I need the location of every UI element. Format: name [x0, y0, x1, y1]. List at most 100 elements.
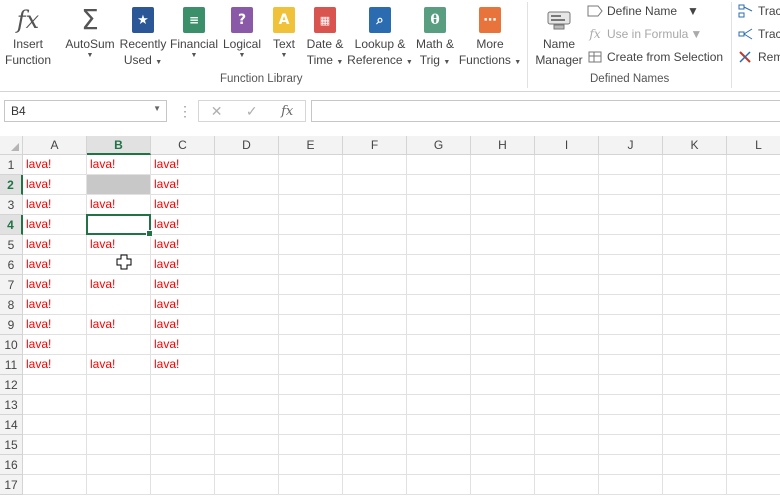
cell-l3[interactable] — [727, 195, 780, 215]
cell-c4[interactable]: lava! — [151, 215, 215, 235]
cell-i10[interactable] — [535, 335, 599, 355]
logical-button[interactable]: ? Logical ▼ — [220, 0, 264, 72]
cell-b3[interactable]: lava! — [87, 195, 151, 215]
cell-a13[interactable] — [23, 395, 87, 415]
cell-i4[interactable] — [535, 215, 599, 235]
cell-k5[interactable] — [663, 235, 727, 255]
column-header-e[interactable]: E — [279, 136, 343, 155]
cell-l11[interactable] — [727, 355, 780, 375]
cell-g5[interactable] — [407, 235, 471, 255]
cell-b12[interactable] — [87, 375, 151, 395]
cell-h2[interactable] — [471, 175, 535, 195]
row-header-6[interactable]: 6 — [0, 255, 23, 275]
cell-c15[interactable] — [151, 435, 215, 455]
cell-g15[interactable] — [407, 435, 471, 455]
cell-h15[interactable] — [471, 435, 535, 455]
cell-j15[interactable] — [599, 435, 663, 455]
cell-j8[interactable] — [599, 295, 663, 315]
cell-h12[interactable] — [471, 375, 535, 395]
cell-f9[interactable] — [343, 315, 407, 335]
cell-b7[interactable]: lava! — [87, 275, 151, 295]
cell-e3[interactable] — [279, 195, 343, 215]
cell-g10[interactable] — [407, 335, 471, 355]
cell-j12[interactable] — [599, 375, 663, 395]
cell-f15[interactable] — [343, 435, 407, 455]
cell-k6[interactable] — [663, 255, 727, 275]
row-header-10[interactable]: 10 — [0, 335, 23, 355]
cell-j6[interactable] — [599, 255, 663, 275]
row-header-3[interactable]: 3 — [0, 195, 23, 215]
enter-icon[interactable]: ✓ — [246, 103, 258, 120]
cell-i17[interactable] — [535, 475, 599, 495]
cell-d2[interactable] — [215, 175, 279, 195]
cell-e11[interactable] — [279, 355, 343, 375]
row-header-2[interactable]: 2 — [0, 175, 23, 195]
cell-h6[interactable] — [471, 255, 535, 275]
cell-c2[interactable]: lava! — [151, 175, 215, 195]
cell-g3[interactable] — [407, 195, 471, 215]
cell-c17[interactable] — [151, 475, 215, 495]
cell-i9[interactable] — [535, 315, 599, 335]
column-header-i[interactable]: I — [535, 136, 599, 155]
cell-g17[interactable] — [407, 475, 471, 495]
cell-e2[interactable] — [279, 175, 343, 195]
cell-d12[interactable] — [215, 375, 279, 395]
cell-f2[interactable] — [343, 175, 407, 195]
row-header-16[interactable]: 16 — [0, 455, 23, 475]
cell-e12[interactable] — [279, 375, 343, 395]
insert-function-icon[interactable]: fx — [281, 104, 293, 119]
cell-c8[interactable]: lava! — [151, 295, 215, 315]
cell-f3[interactable] — [343, 195, 407, 215]
cell-k11[interactable] — [663, 355, 727, 375]
cell-g6[interactable] — [407, 255, 471, 275]
cell-a8[interactable]: lava! — [23, 295, 87, 315]
cell-a1[interactable]: lava! — [23, 155, 87, 175]
cell-l13[interactable] — [727, 395, 780, 415]
cell-h16[interactable] — [471, 455, 535, 475]
column-header-d[interactable]: D — [215, 136, 279, 155]
cell-a9[interactable]: lava! — [23, 315, 87, 335]
cell-l14[interactable] — [727, 415, 780, 435]
cell-d9[interactable] — [215, 315, 279, 335]
cell-j7[interactable] — [599, 275, 663, 295]
cell-k13[interactable] — [663, 395, 727, 415]
autosum-button[interactable]: Σ AutoSum ▼ — [62, 0, 118, 72]
cell-f17[interactable] — [343, 475, 407, 495]
cell-f4[interactable] — [343, 215, 407, 235]
column-header-h[interactable]: H — [471, 136, 535, 155]
define-name-button[interactable]: Define Name ▼ — [587, 1, 699, 21]
cell-e7[interactable] — [279, 275, 343, 295]
cell-d5[interactable] — [215, 235, 279, 255]
cell-j2[interactable] — [599, 175, 663, 195]
cell-b17[interactable] — [87, 475, 151, 495]
cell-l17[interactable] — [727, 475, 780, 495]
cell-i3[interactable] — [535, 195, 599, 215]
cell-a16[interactable] — [23, 455, 87, 475]
math-trig-button[interactable]: θ Math & Trig ▼ — [412, 0, 458, 72]
cell-k10[interactable] — [663, 335, 727, 355]
cell-k1[interactable] — [663, 155, 727, 175]
cell-l10[interactable] — [727, 335, 780, 355]
cell-c3[interactable]: lava! — [151, 195, 215, 215]
cell-i14[interactable] — [535, 415, 599, 435]
cell-h14[interactable] — [471, 415, 535, 435]
row-header-1[interactable]: 1 — [0, 155, 23, 175]
cell-e6[interactable] — [279, 255, 343, 275]
cell-g13[interactable] — [407, 395, 471, 415]
cell-l16[interactable] — [727, 455, 780, 475]
formula-bar-grip-icon[interactable]: ⋮ — [178, 103, 192, 120]
cell-k7[interactable] — [663, 275, 727, 295]
select-all-corner[interactable] — [0, 136, 23, 155]
cell-l7[interactable] — [727, 275, 780, 295]
cell-d3[interactable] — [215, 195, 279, 215]
cell-j1[interactable] — [599, 155, 663, 175]
cell-d13[interactable] — [215, 395, 279, 415]
cell-a4[interactable]: lava! — [23, 215, 87, 235]
cell-f10[interactable] — [343, 335, 407, 355]
cell-i16[interactable] — [535, 455, 599, 475]
name-box[interactable]: B4 ▼ — [4, 100, 167, 122]
cell-a3[interactable]: lava! — [23, 195, 87, 215]
cell-k14[interactable] — [663, 415, 727, 435]
column-header-l[interactable]: L — [727, 136, 780, 155]
cell-a2[interactable]: lava! — [23, 175, 87, 195]
